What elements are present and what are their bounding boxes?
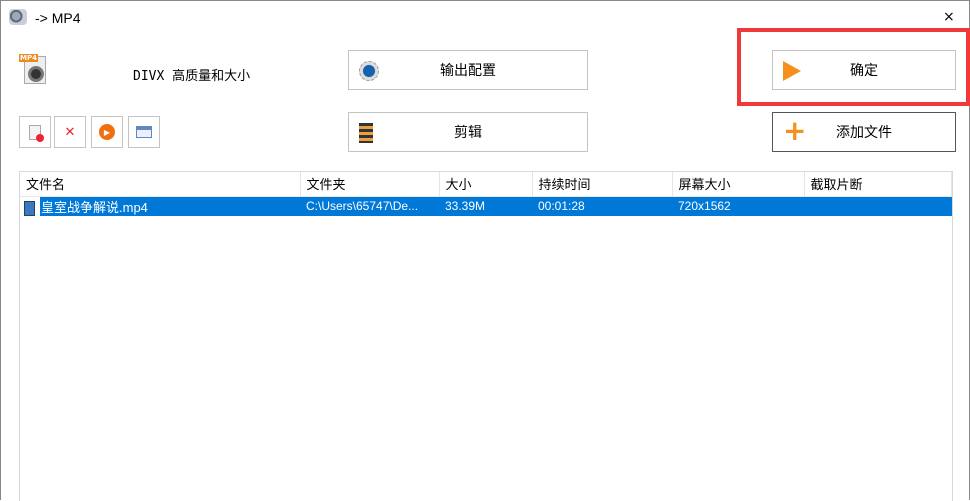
clip-button[interactable]: 剪辑 <box>348 112 588 152</box>
column-header-filename[interactable]: 文件名 <box>20 172 301 197</box>
clip-label: 剪辑 <box>454 125 482 141</box>
plus-icon: + <box>783 114 807 147</box>
column-header-folder[interactable]: 文件夹 <box>300 172 440 197</box>
app-icon <box>9 9 27 25</box>
remove-file-icon <box>29 124 44 142</box>
file-size: 33.39M <box>439 196 532 216</box>
column-header-resolution[interactable]: 屏幕大小 <box>672 172 805 197</box>
add-file-button[interactable]: + 添加文件 <box>772 112 956 152</box>
add-file-label: 添加文件 <box>836 125 892 141</box>
play-icon: ▶ <box>99 124 115 140</box>
file-name: 皇室战争解说.mp4 <box>41 199 148 215</box>
arrow-right-icon <box>783 61 801 81</box>
info-button[interactable] <box>128 116 160 148</box>
remove-file-button[interactable] <box>19 116 51 148</box>
file-clip <box>804 196 952 216</box>
delete-file-icon: ✕ <box>64 124 76 140</box>
list-window-icon <box>136 126 152 138</box>
window-title: -> MP4 <box>35 10 81 26</box>
format-label: DIVX 高质量和大小 <box>133 69 251 84</box>
close-button[interactable]: × <box>943 9 955 25</box>
column-header-clip[interactable]: 截取片断 <box>804 172 952 197</box>
output-config-button[interactable]: 输出配置 <box>348 50 588 90</box>
file-duration: 00:01:28 <box>532 196 672 216</box>
video-file-icon <box>24 200 35 216</box>
column-header-duration[interactable]: 持续时间 <box>532 172 673 197</box>
file-resolution: 720x1562 <box>672 196 804 216</box>
play-button[interactable]: ▶ <box>91 116 123 148</box>
film-scissors-icon <box>359 123 373 143</box>
file-list[interactable]: 文件名 文件夹 大小 持续时间 屏幕大小 截取片断 皇室战争解说.mp4 C:\… <box>19 171 953 501</box>
column-header-size[interactable]: 大小 <box>439 172 533 197</box>
ok-label: 确定 <box>850 63 878 79</box>
mp4-badge: MP4 <box>19 54 38 62</box>
file-folder: C:\Users\65747\De... <box>300 196 439 216</box>
mp4-file-icon: MP4 <box>19 54 49 86</box>
ok-button[interactable]: 确定 <box>772 50 956 90</box>
gear-icon <box>359 61 379 81</box>
output-config-label: 输出配置 <box>440 63 496 79</box>
clear-files-button[interactable]: ✕ <box>54 116 86 148</box>
table-row[interactable]: 皇室战争解说.mp4 C:\Users\65747\De... 33.39M 0… <box>20 196 952 216</box>
